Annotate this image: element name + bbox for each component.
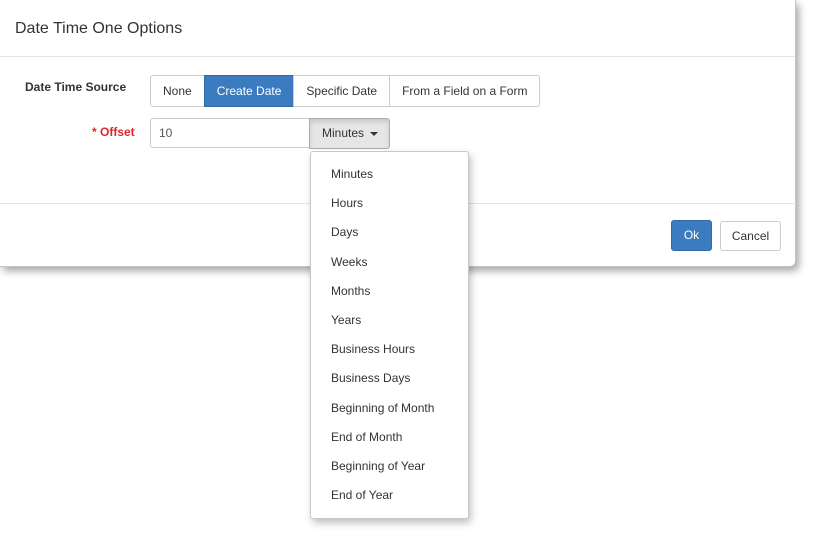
modal-header: Date Time One Options — [0, 0, 795, 57]
unit-dropdown-button[interactable]: Minutes — [309, 118, 390, 149]
offset-input[interactable]: 10 — [150, 118, 310, 148]
unit-option-end-of-month[interactable]: End of Month — [311, 423, 468, 452]
unit-selected-label: Minutes — [322, 126, 365, 140]
unit-option-weeks[interactable]: Weeks — [311, 248, 468, 277]
source-none-button[interactable]: None — [150, 75, 205, 107]
unit-option-days[interactable]: Days — [311, 218, 468, 247]
source-specific-date-button[interactable]: Specific Date — [293, 75, 391, 107]
unit-option-months[interactable]: Months — [311, 277, 468, 306]
unit-option-beginning-of-year[interactable]: Beginning of Year — [311, 452, 468, 481]
unit-dropdown-menu: Minutes Hours Days Weeks Months Years Bu… — [310, 151, 469, 519]
caret-down-icon — [370, 131, 379, 136]
unit-option-business-hours[interactable]: Business Hours — [311, 335, 468, 364]
date-time-source-label: Date Time Source — [25, 80, 127, 94]
cancel-button[interactable]: Cancel — [720, 221, 781, 251]
offset-label: * Offset — [92, 125, 135, 139]
source-field-on-form-button[interactable]: From a Field on a Form — [389, 75, 541, 107]
source-create-date-button[interactable]: Create Date — [203, 75, 295, 107]
unit-option-business-days[interactable]: Business Days — [311, 364, 468, 393]
unit-option-minutes[interactable]: Minutes — [311, 160, 468, 189]
unit-option-years[interactable]: Years — [311, 306, 468, 335]
modal-title: Date Time One Options — [15, 20, 183, 37]
date-time-source-button-group: None Create Date Specific Date From a Fi… — [150, 75, 541, 107]
ok-button[interactable]: Ok — [671, 220, 712, 251]
unit-option-beginning-of-month[interactable]: Beginning of Month — [311, 394, 468, 423]
unit-option-hours[interactable]: Hours — [311, 189, 468, 218]
unit-option-end-of-year[interactable]: End of Year — [311, 481, 468, 510]
